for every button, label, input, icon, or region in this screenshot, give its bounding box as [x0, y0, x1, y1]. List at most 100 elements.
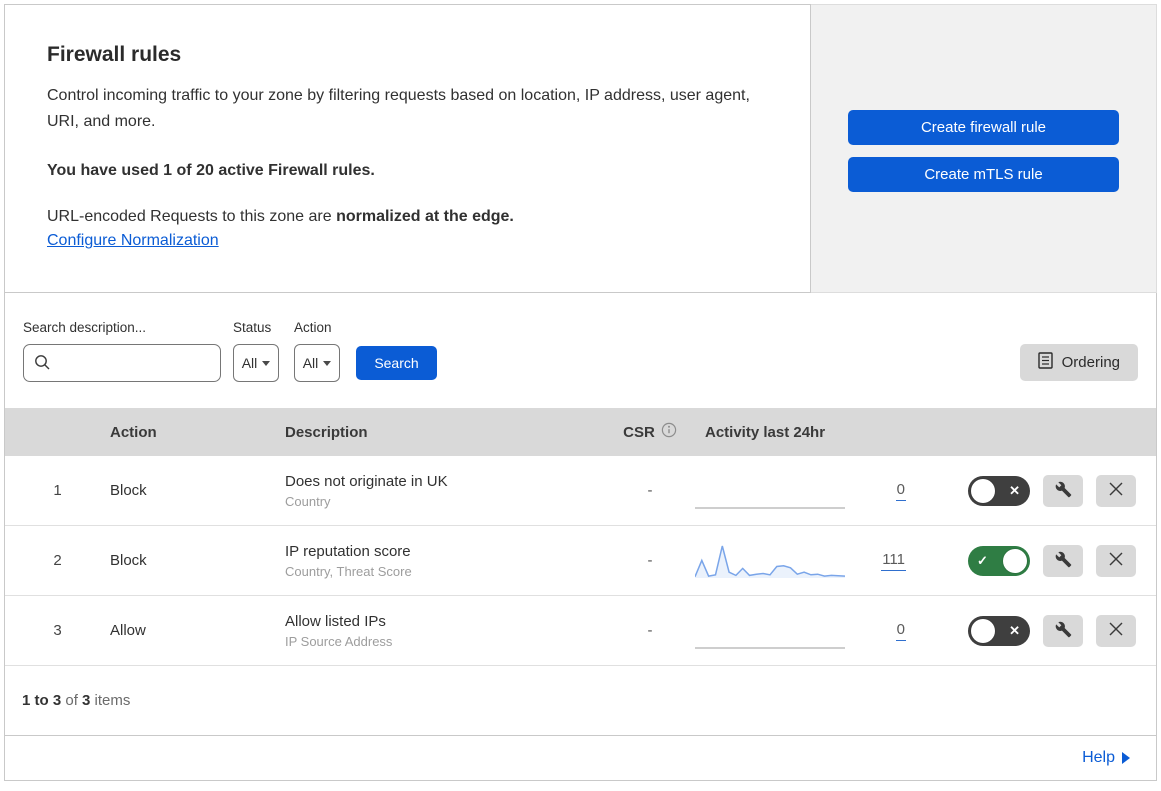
x-icon: ✕	[1009, 622, 1020, 638]
rule-description-cell: Does not originate in UK Country	[285, 473, 605, 509]
delete-rule-button[interactable]	[1096, 544, 1136, 577]
edit-rule-button[interactable]	[1043, 614, 1083, 647]
rule-fields: Country	[285, 493, 331, 509]
activity-sparkline	[695, 545, 845, 578]
activity-count-link[interactable]: 0	[895, 621, 906, 641]
edit-rule-button[interactable]	[1043, 474, 1083, 507]
rule-controls: ✓ ✕	[930, 474, 1156, 507]
rule-activity-cell: 0	[695, 612, 930, 650]
rule-action: Block	[110, 482, 147, 499]
rule-csr-value: -	[647, 482, 653, 499]
page-title: Firewall rules	[47, 43, 182, 66]
delete-rule-button[interactable]	[1096, 474, 1136, 507]
wrench-icon	[1055, 551, 1072, 571]
action-dropdown[interactable]: All	[294, 344, 340, 382]
search-icon	[34, 354, 51, 376]
header-action: Action	[110, 423, 157, 441]
header-description: Description	[285, 423, 368, 441]
normalization-note: URL-encoded Requests to this zone are no…	[47, 208, 768, 226]
create-mtls-rule-button[interactable]: Create mTLS rule	[848, 157, 1119, 192]
close-icon	[1109, 482, 1123, 499]
table-header: Action Description CSR Activity last 24h…	[5, 408, 1156, 456]
top-section: Firewall rules Control incoming traffic …	[4, 4, 1157, 293]
normalization-bold: normalized at the edge.	[336, 207, 514, 225]
intro-card: Firewall rules Control incoming traffic …	[4, 4, 811, 293]
caret-down-icon	[323, 360, 332, 366]
rule-priority: 1	[53, 482, 62, 499]
ordering-button-label: Ordering	[1061, 354, 1120, 371]
help-link-label: Help	[1082, 749, 1115, 766]
rule-description[interactable]: IP reputation score	[285, 543, 605, 560]
check-icon: ✓	[977, 552, 988, 568]
delete-rule-button[interactable]	[1096, 614, 1136, 647]
close-icon	[1109, 622, 1123, 639]
header-activity: Activity last 24hr	[705, 423, 826, 441]
action-label: Action	[294, 320, 332, 335]
rule-action: Allow	[110, 622, 146, 639]
wrench-icon	[1055, 621, 1072, 641]
header-csr: CSR	[605, 422, 695, 442]
rule-csr-value: -	[647, 552, 653, 569]
search-input[interactable]	[23, 344, 221, 382]
configure-normalization-link[interactable]: Configure Normalization	[47, 232, 219, 250]
status-dropdown-value: All	[241, 355, 258, 371]
list-document-icon	[1037, 352, 1053, 373]
rule-priority: 2	[53, 552, 62, 569]
activity-sparkline	[695, 646, 845, 649]
activity-count-link[interactable]: 0	[895, 481, 906, 501]
edit-rule-button[interactable]	[1043, 544, 1083, 577]
activity-count-link[interactable]: 111	[881, 551, 906, 571]
chevron-right-icon	[1122, 752, 1130, 764]
help-link[interactable]: Help	[1082, 749, 1130, 767]
header-csr-label: CSR	[623, 423, 655, 441]
rule-fields: Country, Threat Score	[285, 563, 412, 579]
rules-panel: Search description... Status All Action …	[4, 292, 1157, 736]
items-count: 1 to 3 of 3 items	[5, 666, 1156, 735]
cta-panel: Create firewall rule Create mTLS rule	[811, 4, 1157, 293]
filter-bar: Search description... Status All Action …	[5, 293, 1156, 408]
rule-priority: 3	[53, 622, 62, 639]
page-description: Control incoming traffic to your zone by…	[47, 87, 750, 131]
rule-action: Block	[110, 552, 147, 569]
rule-fields: IP Source Address	[285, 633, 393, 649]
search-label: Search description...	[23, 320, 147, 335]
table-row: 3 Allow Allow listed IPs IP Source Addre…	[5, 596, 1156, 666]
usage-summary: You have used 1 of 20 active Firewall ru…	[47, 161, 375, 179]
rule-description[interactable]: Allow listed IPs	[285, 613, 605, 630]
rule-description-cell: IP reputation score Country, Threat Scor…	[285, 543, 605, 579]
normalization-text: URL-encoded Requests to this zone are	[47, 207, 337, 225]
ordering-button[interactable]: Ordering	[1019, 344, 1138, 381]
help-bar: Help	[4, 735, 1157, 781]
rule-activity-cell: 111	[695, 542, 930, 580]
search-button[interactable]: Search	[356, 346, 437, 380]
search-group: Search description...	[23, 320, 221, 382]
close-icon	[1109, 552, 1123, 569]
toggle-knob	[971, 618, 995, 643]
rule-enabled-toggle[interactable]: ✓ ✕	[968, 615, 1030, 646]
rule-enabled-toggle[interactable]: ✓ ✕	[968, 475, 1030, 506]
caret-down-icon	[262, 360, 271, 366]
x-icon: ✕	[1009, 482, 1020, 498]
rule-activity-cell: 0	[695, 472, 930, 510]
table-row: 2 Block IP reputation score Country, Thr…	[5, 526, 1156, 596]
rule-csr-value: -	[647, 622, 653, 639]
rule-controls: ✓ ✕	[930, 544, 1156, 577]
activity-sparkline	[695, 506, 845, 509]
status-label: Status	[233, 320, 272, 335]
rule-controls: ✓ ✕	[930, 614, 1156, 647]
items-count-suffix: items	[90, 692, 131, 709]
status-dropdown[interactable]: All	[233, 344, 279, 382]
rule-description-cell: Allow listed IPs IP Source Address	[285, 613, 605, 649]
rule-enabled-toggle[interactable]: ✓ ✕	[968, 545, 1030, 576]
table-row: 1 Block Does not originate in UK Country…	[5, 456, 1156, 526]
wrench-icon	[1055, 481, 1072, 501]
action-dropdown-value: All	[302, 355, 319, 371]
action-filter-group: Action All	[294, 320, 340, 382]
info-circle-icon[interactable]	[661, 422, 677, 442]
create-firewall-rule-button[interactable]: Create firewall rule	[848, 110, 1119, 145]
toggle-knob	[1003, 548, 1027, 573]
toggle-knob	[971, 478, 995, 503]
rule-description[interactable]: Does not originate in UK	[285, 473, 605, 490]
items-count-range: 1 to 3	[22, 692, 62, 709]
status-filter-group: Status All	[233, 320, 279, 382]
